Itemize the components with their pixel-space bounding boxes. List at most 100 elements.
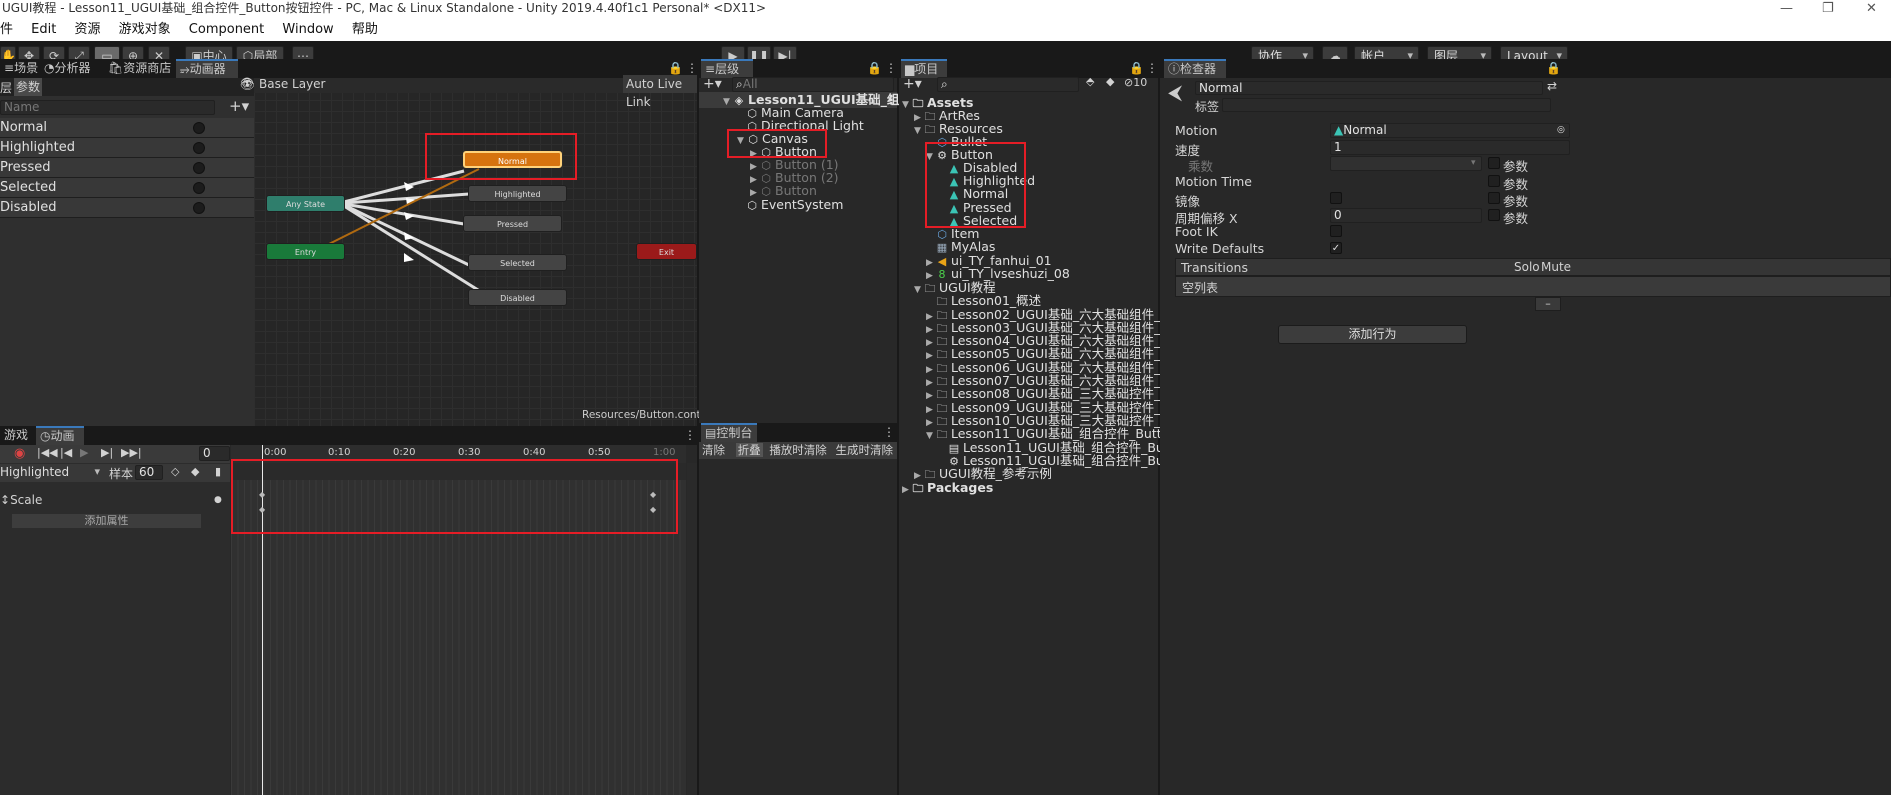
play-icon[interactable]: ▶ [80,446,88,459]
state-node-selected[interactable]: Selected [468,254,567,271]
panel-menu-icon[interactable]: ⋮ [684,428,696,442]
eye-icon[interactable]: 👁 [240,76,254,89]
record-icon[interactable]: ◉ [14,446,25,461]
lock-icon[interactable]: 🔒 [1129,61,1144,75]
close-icon[interactable]: ✕ [1866,0,1877,17]
cycle-offset-param-checkbox[interactable] [1488,209,1500,221]
frame-input[interactable]: 0 [199,446,230,461]
tab-profiler[interactable]: ◔分析器 [40,59,104,78]
panel-menu-icon[interactable]: ⋮ [885,61,897,75]
next-key-icon[interactable]: ▶| [101,446,113,459]
state-node-disabled[interactable]: Disabled [468,289,567,306]
state-node-pressed[interactable]: Pressed [463,215,562,232]
tab-animator[interactable]: ⥴动画器 [176,59,238,78]
keyframe-icon[interactable]: ◆ [259,505,265,514]
state-name-input[interactable]: Normal [1195,81,1543,95]
param-trigger-toggle[interactable] [193,202,205,214]
project-item[interactable]: ▶ 🗀 Packages [902,480,993,496]
minimize-icon[interactable]: — [1780,0,1793,17]
tab-console[interactable]: ▤控制台 [701,423,757,442]
remove-transition-button[interactable]: – [1535,297,1561,311]
menu-edit[interactable]: Edit [31,22,56,37]
panel-menu-icon[interactable]: ⋮ [883,425,895,439]
state-node-entry[interactable]: Entry [266,243,345,260]
scene-menu-icon[interactable]: ⋮ [885,92,898,108]
maximize-icon[interactable]: ❐ [1822,0,1834,17]
menu-help[interactable]: 帮助 [352,22,378,37]
filter-label-icon[interactable]: ◆ [1106,75,1114,88]
motion-time-param-checkbox[interactable] [1488,175,1500,187]
param-row[interactable]: Disabled [0,198,254,218]
cycle-offset-input[interactable]: 0 [1330,208,1482,223]
hidden-count[interactable]: ⊘10 [1124,76,1147,89]
state-machine-graph[interactable]: Base Layer Auto Live Link 👁 Normal Highl… [240,75,728,426]
dopesheet[interactable]: 0:00 0:10 0:20 0:30 0:40 0:50 1:00 ◆ ◆ ◆… [231,445,686,795]
menu-gameobject[interactable]: 游戏对象 [119,22,171,37]
foot-ik-checkbox[interactable] [1330,225,1342,237]
param-row[interactable]: Normal [0,118,254,138]
menu-window[interactable]: Window [282,22,333,37]
motion-field[interactable]: ▲Normal ◎ [1330,123,1570,138]
mirror-param-checkbox[interactable] [1488,192,1500,204]
state-node-any-state[interactable]: Any State [266,195,345,212]
object-picker-icon[interactable]: ◎ [1557,124,1565,137]
param-trigger-toggle[interactable] [193,162,205,174]
param-row[interactable]: Selected [0,178,254,198]
clear-on-play-button[interactable]: 播放时清除 [769,443,827,457]
add-behaviour-button[interactable]: 添加行为 [1278,325,1467,344]
project-search-input[interactable]: ⌕ [937,77,1079,92]
timeline-ruler[interactable]: 0:00 0:10 0:20 0:30 0:40 0:50 1:00 [231,445,686,463]
layers-subtab[interactable]: 层 [0,79,12,96]
clear-button[interactable]: 清除 [702,443,725,457]
hierarchy-item[interactable]: ⬡ EventSystem [746,197,843,213]
param-trigger-toggle[interactable] [193,142,205,154]
property-row[interactable]: ↕Scale ● [0,490,230,510]
write-defaults-checkbox[interactable]: ✓ [1330,242,1342,254]
keyframe-icon[interactable]: ◆ [259,490,265,499]
param-trigger-toggle[interactable] [193,122,205,134]
dopesheet-scrollbar[interactable] [687,463,697,795]
prev-key-icon[interactable]: |◀ [60,446,72,459]
tab-scene[interactable]: ≡场景 [0,59,40,78]
clip-dropdown[interactable]: Highlighted [0,465,105,481]
create-dropdown-icon[interactable]: +▾ [703,76,722,92]
hierarchy-search-input[interactable]: ⌕All [732,77,894,92]
mirror-checkbox[interactable] [1330,192,1342,204]
sample-input[interactable]: 60 [135,465,163,480]
param-search-input[interactable]: Name [0,100,215,115]
first-key-icon[interactable]: |◀◀ [37,446,58,459]
collapse-button[interactable]: 折叠 [735,443,763,457]
tab-game[interactable]: 游戏 [0,426,36,445]
lock-icon[interactable]: 🔒 [1546,61,1561,75]
create-dropdown-icon[interactable]: +▾ [903,76,922,92]
state-node-exit[interactable]: Exit [636,243,697,260]
lock-icon[interactable]: 🔒 [867,61,882,75]
keyframe-icon[interactable]: ◆ [650,505,656,514]
multiplier-param-checkbox[interactable] [1488,157,1500,169]
keyframe-icon[interactable]: ◆ [650,490,656,499]
add-param-icon[interactable]: +▾ [229,97,249,115]
panel-menu-icon[interactable]: ⋮ [1146,61,1158,75]
lock-icon[interactable]: 🔒 [668,61,683,75]
param-row[interactable]: Pressed [0,158,254,178]
last-key-icon[interactable]: ▶▶| [121,446,142,459]
filter-type-icon[interactable]: ⬘ [1086,75,1094,88]
param-trigger-toggle[interactable] [193,182,205,194]
event-marker-icon[interactable]: ▮ [215,465,221,478]
tab-animation[interactable]: ◷动画 [36,426,84,445]
multiplier-dropdown[interactable]: ▾ [1330,156,1482,171]
tag-input[interactable] [1222,98,1551,112]
state-node-normal[interactable]: Normal [463,151,562,168]
panel-menu-icon[interactable]: ⋮ [686,61,698,75]
menu-component[interactable]: Component [189,22,264,37]
add-keyframe-icon[interactable]: ◇ [171,465,179,478]
settings-icon[interactable]: ⇄ [1547,79,1557,93]
menu-file[interactable]: 件 [0,22,13,37]
menu-assets[interactable]: 资源 [74,22,100,37]
params-subtab[interactable]: 参数 [14,78,42,96]
clear-on-build-button[interactable]: 生成时清除 [835,443,893,457]
param-row[interactable]: Highlighted [0,138,254,158]
property-menu-icon[interactable]: ● [214,490,222,510]
speed-input[interactable]: 1 [1330,140,1570,155]
tab-inspector[interactable]: ⓘ检查器 [1164,59,1226,78]
